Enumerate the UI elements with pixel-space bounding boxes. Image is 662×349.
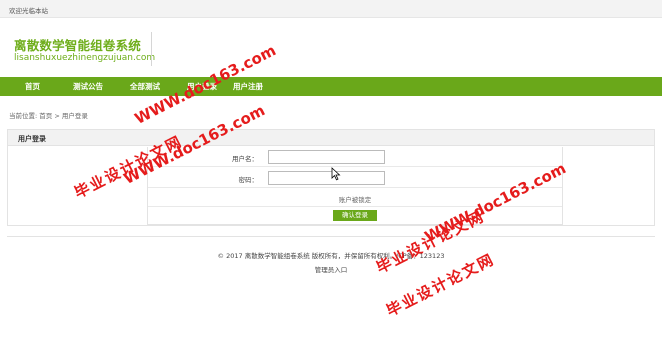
nav-item-register[interactable]: 用户注册 <box>233 81 263 92</box>
nav-item-home[interactable]: 首页 <box>25 81 40 92</box>
login-panel-title: 用户登录 <box>18 135 46 143</box>
username-label: 用户名： <box>232 155 258 163</box>
confirm-login-button[interactable]: 确认登录 <box>333 210 377 221</box>
admin-entry-link[interactable]: 管理员入口 <box>315 266 348 274</box>
breadcrumb: 当前位置: 首页 > 用户登录 <box>9 112 88 120</box>
site-header: 离散数学智能组卷系统 lisanshuxuezhinengzujuan.com <box>0 18 662 72</box>
footer-admin-row: 管理员入口 <box>0 264 662 274</box>
login-form: 用户名： 密码： 账户被锁定 确认登录 <box>147 147 563 225</box>
logo-divider <box>151 32 152 66</box>
lock-row: 账户被锁定 <box>148 189 562 207</box>
main-nav: 首页 测试公告 全部测试 用户登录 用户注册 <box>0 77 662 96</box>
welcome-text: 欢迎光临本站 <box>9 7 48 15</box>
account-locked-text: 账户被锁定 <box>338 196 372 204</box>
username-input[interactable] <box>268 150 385 164</box>
password-label: 密码： <box>238 176 259 184</box>
top-bar: 欢迎光临本站 <box>0 0 662 18</box>
nav-item-notices[interactable]: 测试公告 <box>73 81 103 92</box>
footer-copyright: © 2017 离散数学智能组卷系统 版权所有，并保留所有权利。ICP备：1231… <box>217 252 445 260</box>
password-input[interactable] <box>268 171 385 185</box>
password-row: 密码： <box>148 168 562 188</box>
nav-item-all-tests[interactable]: 全部测试 <box>130 81 160 92</box>
login-panel-header: 用户登录 <box>8 130 654 146</box>
site-logo-title[interactable]: 离散数学智能组卷系统 <box>14 35 141 54</box>
footer-divider <box>7 236 655 237</box>
nav-item-login[interactable]: 用户登录 <box>187 81 217 92</box>
username-row: 用户名： <box>148 147 562 167</box>
site-logo-domain: lisanshuxuezhinengzujuan.com <box>14 53 156 63</box>
